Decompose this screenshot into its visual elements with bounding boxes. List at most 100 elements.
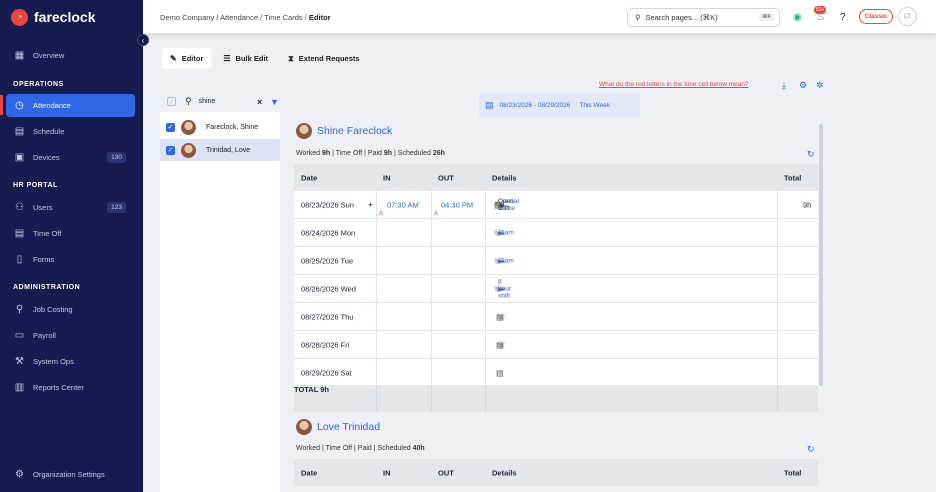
note-icon[interactable]: ☏	[494, 228, 504, 237]
separator: |	[332, 150, 334, 157]
crumb-separator: /	[304, 13, 307, 22]
date-range-picker[interactable]: ▤ 08/23/2026 - 08/29/2026 This Week	[479, 93, 640, 117]
tab-extend-requests[interactable]: ⧗ Extend Requests	[280, 48, 367, 69]
employee-name[interactable]: Love Trinidad	[317, 421, 380, 433]
note-icon[interactable]: ☏	[496, 340, 506, 349]
sidebar-item-label: Payroll	[33, 331, 56, 340]
employee-name[interactable]: Shine Fareclock	[317, 125, 392, 137]
calendar-icon[interactable]: ▤	[494, 200, 502, 209]
crumb-attendance[interactable]: Attendance	[220, 13, 258, 22]
avatar	[181, 119, 196, 135]
sidebar-item-label: Users	[33, 203, 53, 212]
download-icon[interactable]: ⤓	[782, 80, 786, 91]
employee-checkbox[interactable]: ✓	[166, 122, 175, 132]
col-out: OUT	[438, 173, 454, 182]
employee-checkbox[interactable]: ✓	[166, 145, 175, 155]
table-row[interactable]: 08/28/2026 Fri ▤ ☏	[294, 331, 818, 359]
sidebar-item-devices[interactable]: ▣ Devices 130	[6, 146, 135, 169]
col-out: OUT	[438, 468, 454, 477]
crumb-separator: /	[216, 13, 219, 22]
table-row[interactable]: 08/25/2026 Tue ▬ 11am ☏	[294, 247, 818, 275]
refresh-icon[interactable]: ↻	[807, 149, 815, 160]
section-hr-portal: HR PORTAL	[13, 182, 58, 189]
sidebar-item-reports-center[interactable]: ▥ Reports Center	[6, 376, 135, 399]
clear-icon[interactable]: ×	[257, 97, 262, 107]
sidebar-item-users[interactable]: ⚇ Users 123	[6, 196, 135, 219]
row-date: 08/26/2026 Wed	[301, 284, 356, 293]
employee-search-input[interactable]: shine	[199, 98, 216, 105]
refresh-icon[interactable]: ↻	[807, 444, 815, 455]
out-time[interactable]: 04:30 PM	[441, 200, 473, 209]
crumb-separator: /	[260, 13, 263, 22]
red-letters-help-link[interactable]: What do the red letters in the time cell…	[599, 81, 749, 88]
filter-icon[interactable]: ▼	[270, 97, 279, 107]
calendar-icon: ▤	[14, 126, 25, 137]
avatar	[296, 123, 312, 139]
users-icon: ⚇	[15, 202, 24, 213]
note-icon[interactable]: ☏	[496, 312, 506, 321]
scheduled-value: 26h	[432, 150, 445, 157]
select-all-checkbox[interactable]: ✓	[167, 97, 176, 106]
user-avatar[interactable]: LT	[898, 7, 917, 26]
col-in: IN	[383, 468, 391, 477]
search-icon: ⚲	[635, 13, 641, 22]
sidebar-collapse-button[interactable]: ‹	[137, 34, 149, 46]
sidebar-item-job-costing[interactable]: ⚲ Job Costing	[6, 298, 135, 321]
row-date: 08/27/2026 Thu	[301, 312, 354, 321]
crumb-time-cards[interactable]: Time Cards	[264, 13, 302, 22]
col-total: Total	[784, 468, 802, 477]
table-row[interactable]: 08/29/2026 Sat ▤	[294, 359, 818, 387]
tab-editor[interactable]: ✎ Editor	[162, 48, 212, 69]
worked-label: Worked	[296, 445, 320, 452]
sidebar-item-attendance[interactable]: ◷ Attendance	[6, 94, 135, 117]
bar-chart-icon: ▥	[14, 382, 25, 393]
sidebar-item-payroll[interactable]: ▭ Payroll	[6, 324, 135, 347]
sidebar-item-system-ops[interactable]: ⚒ System Ops	[6, 350, 135, 373]
add-punch-button[interactable]: +	[368, 200, 373, 210]
shortcut-hint: ⌘K	[758, 13, 774, 21]
help-icon[interactable]: ?	[840, 12, 846, 23]
row-date: 08/28/2026 Fri	[301, 340, 350, 349]
page-search[interactable]: ⚲ Search pages... (⌘K) ⌘K	[627, 8, 780, 27]
col-in: IN	[383, 173, 391, 182]
employee-name: Fareclock, Shine	[206, 123, 259, 131]
sidebar-item-org-settings[interactable]: ⚙ Organization Settings	[6, 463, 135, 486]
note-icon[interactable]: ☏	[494, 284, 504, 293]
settings-icon[interactable]: ⚙	[799, 80, 807, 91]
note-icon[interactable]: ☏	[494, 256, 504, 265]
tab-bulk-edit[interactable]: ☰ Bulk Edit	[215, 48, 276, 69]
sidebar-item-overview[interactable]: ▦ Overview	[6, 44, 135, 67]
users-count-badge: 123	[107, 202, 126, 213]
red-letter-marker: A	[434, 211, 439, 217]
status-dot-icon[interactable]: ◉	[793, 12, 802, 23]
calendar-off-icon: ▤	[14, 228, 25, 239]
separator: |	[373, 445, 376, 452]
table-row[interactable]: 08/24/2026 Mon ▬ 11am ☏	[294, 219, 818, 247]
card-icon: ▭	[14, 330, 25, 341]
paid-value: 9h	[383, 150, 393, 157]
clock-icon: ◷	[15, 100, 24, 111]
table-row[interactable]: 08/27/2026 Thu ▤ ☏	[294, 303, 818, 331]
classic-toggle-button[interactable]: Classic	[859, 9, 893, 24]
in-time[interactable]: 07:30 AM	[387, 200, 419, 209]
calendar-icon[interactable]: ▤	[496, 368, 504, 377]
timecard-summary: Worked 9h | Time Off | Paid 9h | Schedul…	[296, 150, 445, 157]
tab-label: Editor	[181, 54, 204, 63]
brand-logo[interactable]: ◔ fareclock	[0, 0, 143, 34]
row-date: 08/29/2026 Sat	[301, 368, 352, 377]
employee-card-header: Shine Fareclock	[296, 123, 392, 139]
table-row[interactable]: 08/26/2026 Wed ▬ 8 hour shift ☏	[294, 275, 818, 303]
crumb-company[interactable]: Demo Company	[160, 13, 214, 22]
list-item[interactable]: ✓ Trinidad, Love	[160, 139, 280, 161]
table-row[interactable]: 08/23/2026 Sun + 07:30 AM 04:30 PM ▬Cent…	[294, 191, 818, 219]
scrollbar[interactable]	[819, 124, 823, 386]
sidebar-item-timeoff[interactable]: ▤ Time Off	[6, 222, 135, 245]
scheduled-label: Scheduled	[397, 150, 431, 157]
crumb-current: Editor	[308, 13, 331, 22]
sidebar-item-forms[interactable]: ▯ Forms	[6, 248, 135, 271]
col-date: Date	[301, 468, 318, 477]
gear-icon[interactable]: ✲	[816, 80, 824, 91]
scheduled-value: 40h	[412, 445, 425, 452]
sidebar-item-schedule[interactable]: ▤ Schedule	[6, 120, 135, 143]
list-item[interactable]: ✓ Fareclock, Shine	[160, 116, 280, 138]
